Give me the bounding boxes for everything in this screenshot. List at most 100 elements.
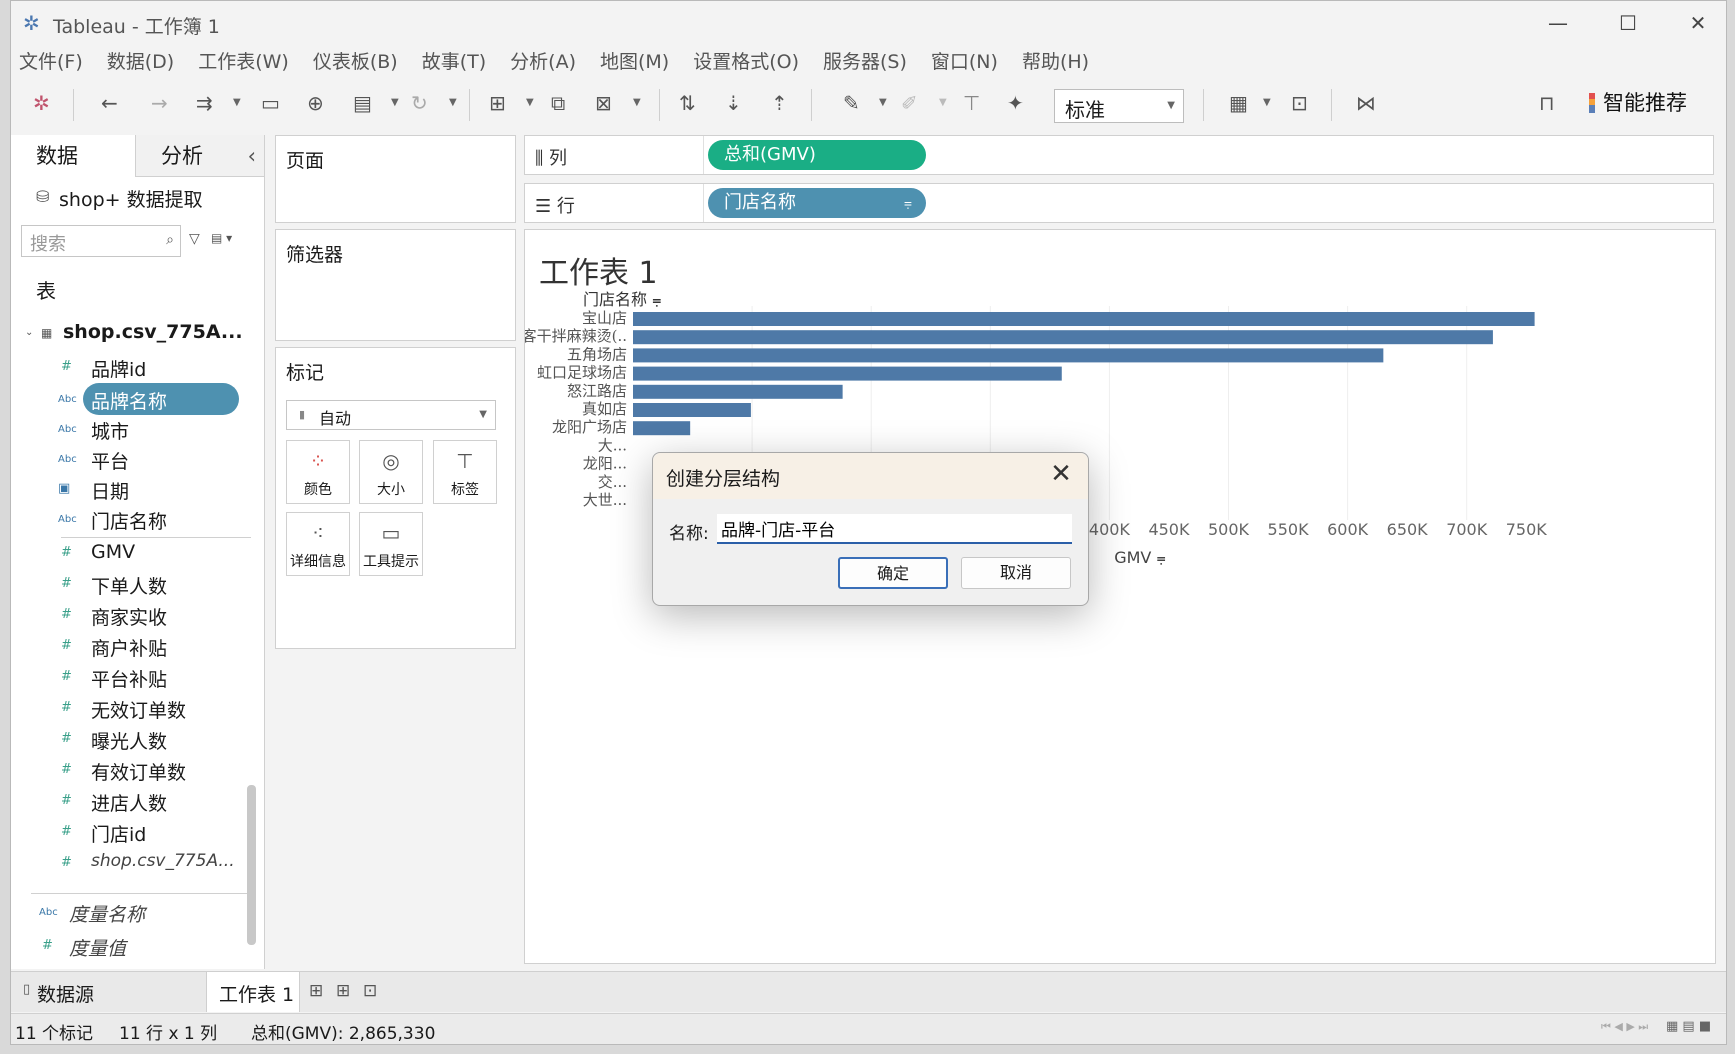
field-item[interactable]: Abc 平台 (11, 445, 251, 475)
field-item[interactable]: # 进店人数 (11, 787, 251, 817)
menu-data[interactable]: 数据(D) (107, 47, 174, 77)
menu-server[interactable]: 服务器(S) (823, 47, 907, 77)
menu-story[interactable]: 故事(T) (422, 47, 486, 77)
field-item[interactable]: # 品牌id (11, 353, 251, 383)
field-item[interactable]: # 平台补贴 (11, 663, 251, 693)
bar (633, 403, 751, 417)
number-icon: # (61, 638, 72, 653)
columns-icon: ⫼ (535, 148, 544, 169)
presentation-mode-icon[interactable]: ⊡ (1291, 91, 1308, 115)
group-members-icon[interactable]: ✐ (901, 91, 918, 115)
redo-icon[interactable]: → (151, 91, 168, 115)
datasource-tab[interactable]: 数据源 (37, 980, 94, 1007)
sort-descending-icon[interactable]: ⇡ (771, 91, 788, 115)
close-window-button[interactable]: ✕ (1673, 7, 1723, 39)
number-icon: # (61, 855, 72, 870)
label-icon: ⊤ (456, 449, 474, 473)
color-button[interactable]: ⁘ 颜色 (286, 440, 350, 504)
category-label: 虹口足球场店 (537, 364, 627, 382)
field-item[interactable]: Abc 度量名称 (11, 898, 251, 928)
pause-updates-icon[interactable]: ▤ (353, 91, 372, 115)
share-icon[interactable]: ⋈ (1356, 91, 1376, 115)
field-item[interactable]: # GMV (11, 539, 251, 569)
scrollbar-thumb[interactable] (247, 785, 256, 945)
tab-data[interactable]: 数据 (11, 135, 135, 177)
tab-analysis[interactable]: 分析 ‹ (135, 135, 264, 177)
columns-shelf[interactable]: ⫼ 列 总和(GMV) (524, 135, 1714, 175)
sort-ascending-icon[interactable]: ⇣ (725, 91, 742, 115)
menu-format[interactable]: 设置格式(O) (693, 47, 799, 77)
new-dashboard-icon[interactable]: ⊞ (336, 981, 350, 1001)
maximize-button[interactable]: ☐ (1603, 7, 1653, 39)
field-item[interactable]: # 无效订单数 (11, 694, 251, 724)
field-item[interactable]: Abc 城市 (11, 415, 251, 445)
nav-arrows-icon[interactable]: ⏮ ◀ ▶ ⏭ (1601, 1020, 1648, 1034)
view-options-icon[interactable]: ▤ ▾ (211, 231, 232, 245)
sheet-tab-active[interactable]: 工作表 1 (206, 972, 300, 1012)
cancel-button[interactable]: 取消 (961, 557, 1071, 589)
filters-card[interactable]: 筛选器 (275, 229, 516, 341)
detail-label: 详细信息 (290, 554, 346, 570)
view-mode-icon[interactable]: ▦ ▤ ■ (1666, 1019, 1711, 1034)
dialog-close-button[interactable]: ✕ (1046, 459, 1076, 489)
field-item[interactable]: # shop.csv_775A... (11, 849, 251, 879)
menu-help[interactable]: 帮助(H) (1022, 47, 1089, 77)
new-sheet-icon[interactable]: ⊞ (489, 91, 506, 115)
new-worksheet-icon[interactable]: ⊞ (309, 981, 323, 1001)
show-cards-icon[interactable]: ▦ (1229, 91, 1248, 115)
fit-select[interactable]: 标准 ▼ (1054, 89, 1184, 123)
undo-icon[interactable]: ← (101, 91, 118, 115)
field-item[interactable]: # 商家实收 (11, 601, 251, 631)
rows-shelf[interactable]: ☰ 行 门店名称 ⩦ (524, 183, 1714, 223)
menu-window[interactable]: 窗口(N) (931, 47, 998, 77)
field-item[interactable]: # 曝光人数 (11, 725, 251, 755)
field-item[interactable]: # 有效订单数 (11, 756, 251, 786)
ok-button[interactable]: 确定 (838, 557, 948, 589)
filter-icon[interactable]: ▽ (189, 231, 200, 247)
menu-dashboard[interactable]: 仪表板(B) (313, 47, 398, 77)
field-label: 曝光人数 (91, 731, 168, 753)
menu-file[interactable]: 文件(F) (19, 47, 83, 77)
menu-worksheet[interactable]: 工作表(W) (198, 47, 289, 77)
rows-pill[interactable]: 门店名称 ⩦ (708, 188, 926, 218)
tableau-home-icon[interactable]: ✲ (33, 91, 50, 115)
field-item[interactable]: # 门店id (11, 818, 251, 848)
table-name[interactable]: shop.csv_775A... (63, 321, 243, 343)
menu-analysis[interactable]: 分析(A) (510, 47, 576, 77)
search-box[interactable]: 搜索 ⌕ (21, 225, 181, 257)
field-item-selected[interactable]: Abc 品牌名称 (11, 383, 251, 415)
duplicate-sheet-icon[interactable]: ⧉ (551, 91, 565, 115)
detail-button[interactable]: ⁖ 详细信息 (286, 512, 350, 576)
title-bar: ✲ Tableau - 工作簿 1 — ☐ ✕ (11, 1, 1726, 45)
new-datasource-icon[interactable]: ⊕ (307, 91, 324, 115)
label-button[interactable]: ⊤ 标签 (433, 440, 497, 504)
datasource-name[interactable]: shop+ 数据提取 (59, 185, 203, 212)
field-item[interactable]: Abc 门店名称 (11, 505, 251, 535)
show-labels-icon[interactable]: ⊤ (963, 91, 980, 115)
field-item[interactable]: # 下单人数 (11, 570, 251, 600)
swap-rows-cols-icon[interactable]: ⇅ (679, 91, 696, 115)
show-me-button[interactable]: 智能推荐 (1603, 91, 1687, 115)
format-painter-icon[interactable]: ⊓ (1539, 91, 1555, 115)
swap-icon[interactable]: ⇉ (196, 91, 213, 115)
menu-map[interactable]: 地图(M) (600, 47, 669, 77)
new-story-icon[interactable]: ⊡ (363, 981, 377, 1001)
collapse-pane-icon[interactable]: ‹ (248, 135, 256, 177)
mark-type-select[interactable]: ▮ 自动 ▼ (286, 400, 496, 430)
field-item[interactable]: ▣ 日期 (11, 475, 251, 505)
columns-pill[interactable]: 总和(GMV) (708, 140, 926, 170)
minimize-button[interactable]: — (1533, 7, 1583, 39)
highlight-icon[interactable]: ✎ (843, 91, 860, 115)
tooltip-button[interactable]: ▭ 工具提示 (359, 512, 423, 576)
field-item[interactable]: # 商户补贴 (11, 632, 251, 662)
save-icon[interactable]: ▭ (261, 91, 280, 115)
expand-icon[interactable]: ⌄ (25, 327, 33, 338)
hierarchy-name-input[interactable] (717, 514, 1072, 544)
field-label: 有效订单数 (91, 762, 187, 784)
pages-card[interactable]: 页面 (275, 135, 516, 223)
clear-sheet-icon[interactable]: ⊠ (595, 91, 612, 115)
refresh-icon[interactable]: ↻ (411, 91, 428, 115)
size-button[interactable]: ◎ 大小 (359, 440, 423, 504)
field-item[interactable]: # 度量值 (11, 932, 251, 962)
fix-axes-icon[interactable]: ✦ (1007, 91, 1024, 115)
